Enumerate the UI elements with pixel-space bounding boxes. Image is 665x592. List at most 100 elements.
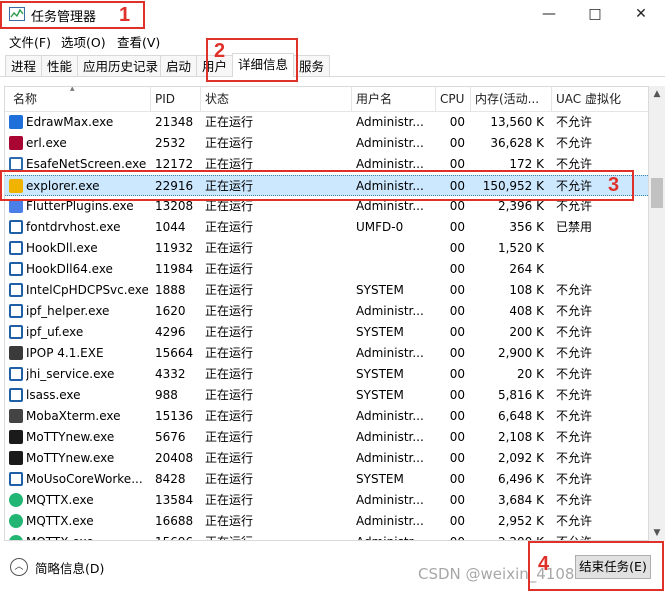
process-memory: 264 K [509, 262, 544, 276]
table-row[interactable]: IntelCpHDCPSvc.exe 1888 正在运行 SYSTEM 00 108 K 不… [5, 280, 648, 301]
process-cpu: 00 [449, 367, 465, 381]
process-name: MoUsoCoreWorke... [26, 472, 143, 486]
process-cpu: 00 [449, 388, 465, 402]
process-cpu: 00 [449, 136, 465, 150]
process-user: Administr... [356, 115, 424, 129]
app-icon [9, 241, 23, 255]
process-cpu: 00 [449, 325, 465, 339]
table-row[interactable]: MobaXterm.exe 15136 正在运行 Administr... 00 6,64… [5, 406, 648, 427]
process-pid: 15136 [155, 409, 194, 423]
table-row[interactable]: HookDll64.exe 11984 正在运行 00 264 K [5, 259, 648, 280]
process-status: 正在运行 [205, 136, 254, 150]
tab-processes[interactable]: 进程 [5, 55, 43, 76]
tab-app-history[interactable]: 应用历史记录 [77, 55, 165, 76]
process-uac: 不允许 [556, 472, 593, 486]
process-cpu: 00 [449, 472, 465, 486]
app-icon [9, 220, 23, 234]
process-pid: 11932 [155, 241, 194, 255]
column-header-name[interactable]: 名称 [5, 87, 151, 112]
table-row[interactable]: ipf_helper.exe 1620 正在运行 Administr... 00 408 … [5, 301, 648, 322]
table-row[interactable]: MoUsoCoreWorke... 8428 正在运行 SYSTEM 00 6,496 K… [5, 469, 648, 490]
process-memory: 356 K [509, 220, 544, 234]
minimize-button[interactable]: — [526, 0, 572, 30]
process-memory: 2,108 K [497, 430, 544, 444]
table-row[interactable]: HookDll.exe 11932 正在运行 00 1,520 K [5, 238, 648, 259]
mqttx-icon [9, 535, 23, 540]
table-row[interactable]: ipf_uf.exe 4296 正在运行 SYSTEM 00 200 K 不允许 [5, 322, 648, 343]
table-row[interactable]: IPOP 4.1.EXE 15664 正在运行 Administr... 00 2,900… [5, 343, 648, 364]
table-row[interactable]: MQTTX.exe 15696正在运行 Administr...00 2,200 K 不… [5, 532, 648, 540]
process-name: HookDll64.exe [26, 262, 113, 276]
table-row[interactable]: jhi_service.exe 4332 正在运行 SYSTEM 00 20 K 不允许 [5, 364, 648, 385]
table-row[interactable]: MQTTX.exe 13584 正在运行 Administr... 00 3,684 K 不… [5, 490, 648, 511]
terminal-icon [9, 430, 23, 444]
process-memory: 2,092 K [497, 451, 544, 465]
process-user: Administr... [356, 532, 436, 540]
process-uac: 已禁用 [556, 220, 593, 234]
process-status: 正在运行 [205, 472, 254, 486]
fewer-details-link[interactable]: 简略信息(D) [35, 558, 104, 577]
process-name: jhi_service.exe [26, 367, 115, 381]
vertical-scrollbar[interactable]: ▲ ▼ [649, 86, 665, 541]
process-name: fontdrvhost.exe [26, 220, 121, 234]
tab-performance[interactable]: 性能 [41, 55, 79, 76]
table-row[interactable]: erl.exe 2532 正在运行 Administr... 00 36,628 K 不允许 [5, 133, 648, 154]
process-uac: 不允许 [556, 451, 593, 465]
process-status: 正在运行 [205, 115, 254, 129]
process-name: erl.exe [26, 136, 67, 150]
process-name: lsass.exe [26, 388, 81, 402]
process-cpu: 00 [449, 283, 465, 297]
process-pid: 8428 [155, 472, 186, 486]
process-cpu: 00 [449, 346, 465, 360]
process-status: 正在运行 [205, 409, 254, 423]
scroll-down-arrow-icon[interactable]: ▼ [649, 525, 665, 541]
process-name: ipf_helper.exe [26, 304, 110, 318]
edraw-icon [9, 115, 23, 129]
chevron-up-circle-icon[interactable]: ︿ [10, 558, 28, 576]
process-cpu: 00 [449, 409, 465, 423]
process-name: MoTTYnew.exe [26, 451, 115, 465]
process-user: UMFD-0 [356, 220, 404, 234]
process-pid: 15696 [155, 532, 203, 540]
process-cpu: 00 [439, 532, 465, 540]
app-icon [9, 472, 23, 486]
table-row[interactable]: MoTTYnew.exe 5676 正在运行 Administr... 00 2,108 … [5, 427, 648, 448]
scrollbar-thumb[interactable] [651, 178, 663, 208]
process-uac [556, 259, 636, 280]
column-header-cpu[interactable]: CPU [436, 87, 471, 112]
process-uac: 不允许 [556, 367, 593, 381]
scroll-up-arrow-icon[interactable]: ▲ [649, 86, 665, 102]
column-header-uac[interactable]: UAC 虚拟化 [552, 87, 648, 112]
process-user: Administr... [356, 514, 424, 528]
process-details-table: ▴ 名称 PID 状态 用户名 CPU 内存(活动... UAC 虚拟化 Edr… [4, 86, 649, 541]
table-row[interactable]: MoTTYnew.exe 20408 正在运行 Administr... 00 2,092… [5, 448, 648, 469]
table-row[interactable]: EdrawMax.exe 21348 正在运行 Administr... 00 13,56… [5, 112, 648, 133]
menu-view[interactable]: 查看(V) [117, 32, 160, 51]
annotation-number-2: 2 [214, 40, 226, 62]
process-name: MQTTX.exe [26, 493, 94, 507]
process-uac: 不允许 [556, 304, 593, 318]
column-header-pid[interactable]: PID [151, 87, 201, 112]
process-user: Administr... [356, 430, 424, 444]
process-memory: 108 K [509, 283, 544, 297]
column-header-user[interactable]: 用户名 [352, 87, 436, 112]
process-status: 正在运行 [205, 304, 254, 318]
process-uac: 不允许 [556, 409, 593, 423]
process-memory: 5,816 K [497, 388, 544, 402]
table-row[interactable]: MQTTX.exe 16688 正在运行 Administr... 00 2,952 K 不… [5, 511, 648, 532]
process-user: Administr... [356, 409, 424, 423]
tab-startup[interactable]: 启动 [160, 55, 198, 76]
app-icon [9, 325, 23, 339]
maximize-button[interactable]: □ [572, 0, 618, 30]
tab-services[interactable]: 服务 [293, 55, 331, 76]
process-uac: 不允许 [556, 430, 593, 444]
column-header-memory[interactable]: 内存(活动... [471, 87, 552, 112]
menu-options[interactable]: 选项(O) [61, 32, 106, 51]
close-button[interactable]: ✕ [618, 0, 664, 30]
menu-file[interactable]: 文件(F) [9, 32, 51, 51]
app-icon [9, 367, 23, 381]
table-row[interactable]: lsass.exe 988 正在运行 SYSTEM 00 5,816 K 不允许 [5, 385, 648, 406]
table-row[interactable]: fontdrvhost.exe 1044 正在运行 UMFD-0 00 356 K 已禁用 [5, 217, 648, 238]
process-name: IntelCpHDCPSvc.exe [26, 283, 148, 297]
column-header-status[interactable]: 状态 [201, 87, 352, 112]
